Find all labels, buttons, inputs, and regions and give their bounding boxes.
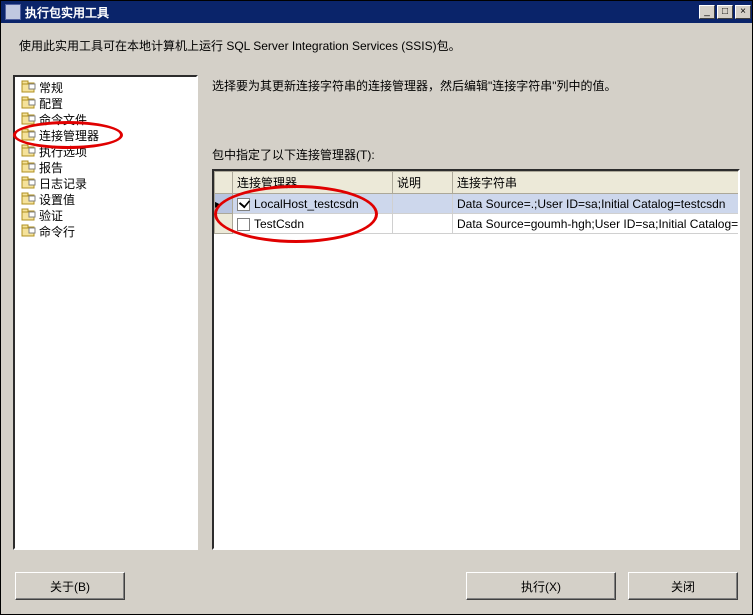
tree-item-label: 命令文件: [39, 111, 87, 128]
folder-icon: [21, 96, 37, 110]
tree-item-label: 执行选项: [39, 143, 87, 160]
folder-icon: [21, 160, 37, 174]
row-checkbox[interactable]: [237, 198, 250, 211]
folder-icon: [21, 192, 37, 206]
main-window: 执行包实用工具 _ □ × 使用此实用工具可在本地计算机上运行 SQL Serv…: [0, 0, 753, 615]
row-checkbox[interactable]: [237, 218, 250, 231]
col-connstr[interactable]: 连接字符串: [453, 172, 741, 194]
folder-icon: [21, 176, 37, 190]
list-label: 包中指定了以下连接管理器(T):: [212, 146, 740, 163]
close-button[interactable]: 关闭: [628, 572, 738, 600]
folder-icon: [21, 208, 37, 222]
tree-item[interactable]: 常规: [15, 79, 196, 95]
grid-header-row: 连接管理器 说明 连接字符串: [215, 172, 741, 194]
window-title: 执行包实用工具: [25, 4, 698, 21]
close-window-button[interactable]: ×: [735, 5, 751, 19]
row-header[interactable]: [215, 214, 233, 234]
tree-item-label: 常规: [39, 79, 63, 96]
folder-icon: [21, 80, 37, 94]
app-icon: [5, 4, 21, 20]
tree-item-label: 连接管理器: [39, 127, 99, 144]
folder-icon: [21, 224, 37, 238]
tree-item-label: 配置: [39, 95, 63, 112]
cell-manager[interactable]: TestCsdn: [233, 214, 393, 234]
cell-connstr[interactable]: Data Source=.;User ID=sa;Initial Catalog…: [453, 194, 741, 214]
connection-grid[interactable]: 连接管理器 说明 连接字符串 ▸ LocalHost_testcsdn Data S…: [212, 169, 740, 550]
manager-name: TestCsdn: [254, 217, 304, 231]
folder-icon: [21, 112, 37, 126]
tree-item[interactable]: 报告: [15, 159, 196, 175]
tree-item-label: 日志记录: [39, 175, 87, 192]
col-manager[interactable]: 连接管理器: [233, 172, 393, 194]
tree-item-label: 验证: [39, 207, 63, 224]
right-panel: 选择要为其更新连接字符串的连接管理器，然后编辑"连接字符串"列中的值。 包中指定…: [198, 75, 740, 550]
cell-desc[interactable]: [393, 214, 453, 234]
grid-header-corner: [215, 172, 233, 194]
nav-tree[interactable]: 常规配置命令文件连接管理器执行选项报告日志记录设置值验证命令行: [13, 75, 198, 550]
cell-desc[interactable]: [393, 194, 453, 214]
tree-item[interactable]: 命令文件: [15, 111, 196, 127]
footer: 关于(B) 执行(X) 关闭: [1, 560, 752, 614]
tree-item[interactable]: 执行选项: [15, 143, 196, 159]
execute-button[interactable]: 执行(X): [466, 572, 616, 600]
maximize-button[interactable]: □: [717, 5, 733, 19]
tree-item[interactable]: 验证: [15, 207, 196, 223]
tree-item-label: 设置值: [39, 191, 75, 208]
about-button[interactable]: 关于(B): [15, 572, 125, 600]
tree-item[interactable]: 连接管理器: [15, 127, 196, 143]
footer-spacer: [137, 572, 454, 600]
table-row[interactable]: TestCsdn Data Source=goumh-hgh;User ID=sa…: [215, 214, 741, 234]
cell-manager[interactable]: LocalHost_testcsdn: [233, 194, 393, 214]
tree-item[interactable]: 命令行: [15, 223, 196, 239]
main-content: 常规配置命令文件连接管理器执行选项报告日志记录设置值验证命令行 选择要为其更新连…: [1, 75, 752, 560]
tree-item-label: 报告: [39, 159, 63, 176]
table-row[interactable]: ▸ LocalHost_testcsdn Data Source=.;User ID…: [215, 194, 741, 214]
description-text: 使用此实用工具可在本地计算机上运行 SQL Server Integration…: [1, 23, 752, 75]
col-desc[interactable]: 说明: [393, 172, 453, 194]
minimize-button[interactable]: _: [699, 5, 715, 19]
folder-icon: [21, 144, 37, 158]
tree-item[interactable]: 设置值: [15, 191, 196, 207]
tree-item-label: 命令行: [39, 223, 75, 240]
tree-item[interactable]: 配置: [15, 95, 196, 111]
row-header[interactable]: ▸: [215, 194, 233, 214]
grid-table: 连接管理器 说明 连接字符串 ▸ LocalHost_testcsdn Data S…: [214, 171, 740, 234]
tree-item[interactable]: 日志记录: [15, 175, 196, 191]
title-bar: 执行包实用工具 _ □ ×: [1, 1, 752, 23]
window-controls: _ □ ×: [698, 3, 752, 21]
manager-name: LocalHost_testcsdn: [254, 197, 359, 211]
panel-instruction: 选择要为其更新连接字符串的连接管理器，然后编辑"连接字符串"列中的值。: [212, 75, 740, 146]
folder-icon: [21, 128, 37, 142]
cell-connstr[interactable]: Data Source=goumh-hgh;User ID=sa;Initial…: [453, 214, 741, 234]
